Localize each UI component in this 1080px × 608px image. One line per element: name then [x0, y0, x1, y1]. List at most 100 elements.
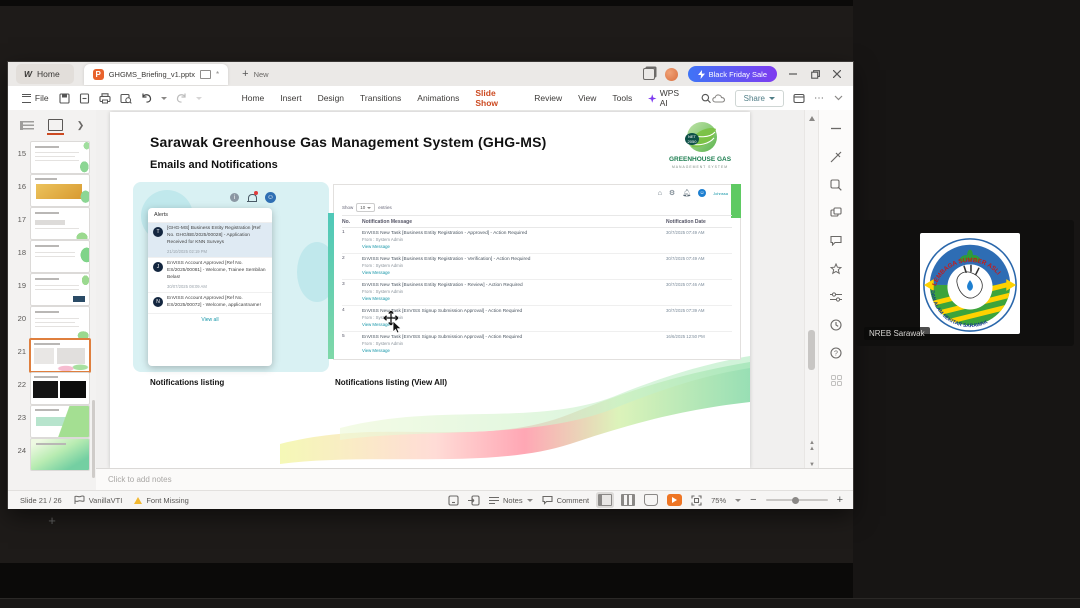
- outline-view-icon[interactable]: [19, 120, 34, 130]
- participant-name-label: NREB Sarawak: [864, 327, 930, 340]
- tab-home[interactable]: Home: [234, 88, 273, 108]
- edit-tools-icon[interactable]: [830, 150, 843, 163]
- slide-thumbnail-18[interactable]: [30, 240, 90, 273]
- slide-thumbnail-24[interactable]: [30, 438, 90, 471]
- more-options-icon[interactable]: ⋯: [814, 93, 825, 104]
- favorites-pane-icon[interactable]: [830, 262, 843, 275]
- zoom-out-button[interactable]: −: [750, 494, 756, 506]
- zoom-caret-icon[interactable]: [735, 498, 742, 502]
- scroll-up-icon[interactable]: [809, 116, 815, 121]
- zoom-level[interactable]: 75%: [711, 496, 726, 505]
- shapes-pane-icon[interactable]: [830, 206, 843, 219]
- restore-button[interactable]: [809, 68, 821, 80]
- new-tab-button[interactable]: + New: [242, 68, 268, 80]
- wps-office-window: W Home P GHGMS_Briefing_v1.pptx * + New …: [8, 62, 853, 528]
- tab-tools[interactable]: Tools: [604, 88, 640, 108]
- slide-number: 15: [17, 149, 26, 158]
- slide-sorter-view-button[interactable]: [621, 494, 636, 506]
- info-icon: i: [230, 193, 239, 202]
- participant-video-tile[interactable]: LEMBAGA SUMBER ASLI DAN ALAM SEKITAR SAR…: [856, 220, 1074, 346]
- tab-view[interactable]: View: [570, 88, 604, 108]
- share-button[interactable]: Share: [734, 89, 784, 107]
- fit-window-icon[interactable]: [691, 494, 702, 506]
- task-window-icon[interactable]: [448, 494, 459, 506]
- document-scrollbar[interactable]: ▲▲ ▼▼: [804, 110, 819, 490]
- black-friday-sale-button[interactable]: Black Friday Sale: [687, 66, 777, 82]
- table-user-avatar: ☺: [698, 189, 707, 197]
- apps-pane-icon[interactable]: [830, 374, 843, 387]
- tab-slide-show[interactable]: Slide Show: [467, 83, 526, 113]
- slide-thumbnail-21-selected[interactable]: [29, 338, 91, 373]
- ribbon-layout-icon[interactable]: [793, 93, 805, 104]
- panel-scrollbar[interactable]: [92, 400, 95, 478]
- redo-dropdown-caret[interactable]: [195, 96, 202, 100]
- notes-placeholder: Click to add notes: [108, 475, 172, 484]
- account-avatar[interactable]: [664, 67, 678, 81]
- slide-thumbnail-22[interactable]: [30, 372, 90, 405]
- close-button[interactable]: [831, 68, 843, 80]
- slide-thumbnail-15[interactable]: [30, 141, 90, 174]
- logo-line1: GREENHOUSE GAS: [668, 156, 732, 163]
- scrollbar-thumb[interactable]: [808, 330, 815, 370]
- previous-slide-button[interactable]: ▲ ▲: [807, 440, 817, 452]
- slide-thumbnail-19[interactable]: [30, 273, 90, 306]
- comment-button[interactable]: Comment: [542, 495, 589, 505]
- collapse-panel-icon[interactable]: ❯: [77, 120, 85, 131]
- add-slide-button[interactable]: +: [8, 510, 96, 530]
- tab-review[interactable]: Review: [526, 88, 570, 108]
- file-menu[interactable]: File: [35, 93, 49, 103]
- tab-transitions[interactable]: Transitions: [352, 88, 409, 108]
- slide-view-icon[interactable]: [46, 119, 64, 135]
- reading-view-button[interactable]: [644, 494, 659, 506]
- alert-avatar: T: [153, 227, 163, 237]
- slide-thumbnail-16[interactable]: [30, 174, 90, 207]
- slide-thumbnail-17[interactable]: [30, 207, 90, 240]
- history-pane-icon[interactable]: [830, 318, 843, 331]
- help-pane-icon[interactable]: ?: [830, 346, 843, 359]
- zoom-slider-handle[interactable]: [791, 496, 799, 504]
- save-icon[interactable]: [59, 92, 70, 104]
- notes-toggle[interactable]: Notes: [489, 496, 533, 505]
- alert-text: [GHG-MS] Business Entity Registration [R…: [167, 226, 261, 245]
- slide-number: 16: [17, 182, 26, 191]
- comment-pane-icon[interactable]: [830, 234, 843, 247]
- alert-avatar: N: [153, 296, 163, 307]
- slide-thumbnail-20[interactable]: [30, 306, 90, 339]
- settings-pane-icon[interactable]: [830, 290, 843, 303]
- modified-indicator: *: [216, 69, 220, 79]
- search-icon[interactable]: [701, 93, 712, 104]
- notes-pane[interactable]: Click to add notes: [96, 468, 853, 491]
- minimize-button[interactable]: [787, 68, 799, 80]
- print-preview-icon[interactable]: [120, 93, 132, 104]
- jump-to-icon[interactable]: [468, 494, 480, 506]
- document-tab[interactable]: P GHGMS_Briefing_v1.pptx *: [83, 63, 229, 85]
- window-arrange-icon[interactable]: [642, 68, 655, 80]
- tab-animations[interactable]: Animations: [409, 88, 467, 108]
- normal-view-button[interactable]: [598, 494, 613, 506]
- present-mode-icon[interactable]: [200, 69, 212, 79]
- mouse-move-cursor: [383, 310, 402, 334]
- undo-icon[interactable]: [141, 93, 152, 103]
- font-missing-warning[interactable]: Font Missing: [134, 496, 189, 505]
- slide-thumbnail-23[interactable]: [30, 405, 90, 438]
- collapse-ribbon-icon[interactable]: [834, 95, 843, 101]
- redo-icon[interactable]: [176, 93, 187, 103]
- tab-design[interactable]: Design: [310, 88, 352, 108]
- teal-accent-strip: [328, 213, 334, 359]
- view-message-link: View Message: [362, 295, 390, 301]
- undo-dropdown-caret[interactable]: [160, 96, 167, 100]
- zoom-slider[interactable]: [765, 496, 828, 504]
- cloud-sync-icon[interactable]: [711, 93, 726, 103]
- slideshow-play-button[interactable]: [667, 494, 683, 506]
- collapse-pane-icon[interactable]: [830, 122, 843, 135]
- tab-wps-ai[interactable]: WPS AI: [640, 88, 695, 108]
- theme-indicator[interactable]: VanillaVTI: [74, 495, 122, 505]
- zoom-in-button[interactable]: +: [837, 494, 843, 506]
- print-icon[interactable]: [99, 92, 111, 104]
- share-caret-icon: [769, 96, 775, 100]
- export-icon[interactable]: [79, 92, 90, 104]
- tab-insert[interactable]: Insert: [272, 88, 309, 108]
- slide-canvas[interactable]: Sarawak Greenhouse Gas Management System…: [110, 112, 750, 468]
- find-replace-icon[interactable]: [830, 178, 843, 191]
- home-tab[interactable]: W Home: [16, 64, 74, 84]
